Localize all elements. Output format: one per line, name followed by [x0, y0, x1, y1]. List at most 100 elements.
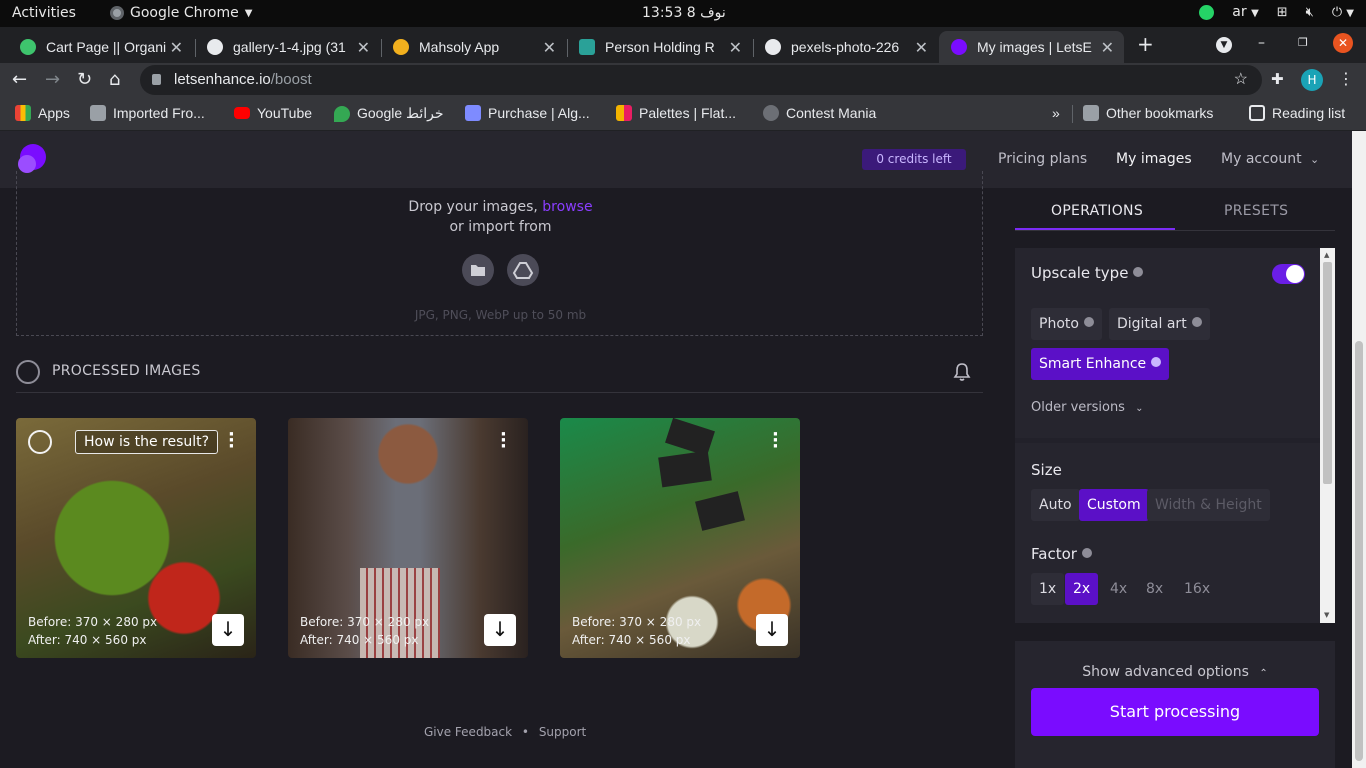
info-icon[interactable] — [1151, 357, 1162, 367]
google-drive-icon[interactable] — [507, 254, 539, 286]
image-select-checkbox[interactable] — [28, 430, 52, 454]
download-icon[interactable]: ↓ — [212, 614, 244, 646]
tab-operations[interactable]: OPERATIONS — [1051, 203, 1143, 219]
browser-tab[interactable]: Person Holding R ✕ — [567, 31, 752, 63]
close-tab-icon[interactable]: ✕ — [170, 38, 183, 58]
bookmark-label: YouTube — [257, 105, 313, 121]
tab-search-icon[interactable]: ▼ — [1216, 37, 1232, 53]
bookmark-star-icon[interactable]: ☆ — [1234, 65, 1248, 95]
reload-icon[interactable]: ↻ — [77, 69, 92, 90]
info-icon[interactable] — [1133, 267, 1144, 277]
nav-my-images[interactable]: My images — [1116, 151, 1192, 167]
upscale-option-photo[interactable]: Photo — [1031, 308, 1102, 340]
bookmark-apps[interactable]: Apps — [15, 105, 70, 121]
start-processing-button[interactable]: Start processing — [1031, 688, 1319, 736]
more-options-icon[interactable]: · · · — [500, 426, 507, 456]
profile-avatar[interactable]: H — [1301, 69, 1323, 91]
info-icon[interactable] — [1083, 317, 1094, 327]
upscale-option-digital-art[interactable]: Digital art — [1109, 308, 1210, 340]
more-options-icon[interactable]: · · · — [228, 426, 235, 456]
network-icon[interactable]: ⊞ — [1277, 5, 1288, 20]
select-all-checkbox[interactable] — [16, 360, 40, 384]
processed-image-card[interactable]: How is the result? · · · Before: 370 × 280… — [16, 418, 256, 658]
more-options-icon[interactable]: · · · — [772, 426, 779, 456]
factor-option-16x[interactable]: 16x — [1176, 573, 1218, 605]
clock[interactable]: 13:53 8 نوف — [642, 5, 726, 21]
activities-button[interactable]: Activities — [12, 5, 76, 21]
language-indicator[interactable]: ar ▼ — [1232, 4, 1259, 20]
folder-import-icon[interactable] — [462, 254, 494, 286]
upload-dropzone[interactable]: Drop your images, browse or import from … — [16, 171, 983, 336]
give-feedback-link[interactable]: Give Feedback — [424, 725, 512, 739]
maximize-icon[interactable]: ❐ — [1298, 36, 1308, 49]
bell-icon[interactable] — [953, 362, 971, 386]
info-icon[interactable] — [1081, 548, 1092, 558]
forward-icon[interactable]: → — [45, 69, 60, 90]
reading-list-icon — [1249, 105, 1265, 121]
back-icon[interactable]: ← — [12, 69, 27, 90]
whatsapp-icon[interactable] — [1199, 4, 1215, 20]
processed-image-card[interactable]: · · · Before: 370 × 280 px After: 740 × 56… — [560, 418, 800, 658]
minimize-icon[interactable]: – — [1258, 35, 1265, 51]
support-link[interactable]: Support — [539, 725, 586, 739]
browser-tab-active[interactable]: My images | LetsE ✕ — [939, 31, 1124, 63]
browser-tab[interactable]: Cart Page || Organi ✕ — [8, 31, 193, 63]
close-tab-icon[interactable]: ✕ — [729, 38, 742, 58]
browse-link[interactable]: browse — [542, 199, 592, 215]
factor-option-4x[interactable]: 4x — [1102, 573, 1135, 605]
feedback-tooltip[interactable]: How is the result? — [75, 430, 219, 454]
bookmark-other[interactable]: Other bookmarks — [1083, 105, 1213, 121]
bookmark-imported[interactable]: Imported Fro... — [90, 105, 205, 121]
size-option-width-height[interactable]: Width & Height — [1147, 489, 1270, 521]
nav-my-account[interactable]: My account ⌄ — [1221, 151, 1319, 167]
bookmark-youtube[interactable]: YouTube — [234, 105, 312, 121]
chrome-menu-icon[interactable]: ⋮ — [1338, 69, 1354, 88]
address-bar[interactable]: letsenhance.io/boost ☆ — [140, 65, 1262, 95]
volume-icon[interactable]: 🔇︎ — [1306, 5, 1314, 20]
home-icon[interactable]: ⌂ — [109, 69, 120, 90]
bookmark-purchase[interactable]: Purchase | Alg... — [465, 105, 590, 121]
size-option-custom[interactable]: Custom — [1079, 489, 1149, 521]
scroll-up-icon[interactable]: ▲ — [1324, 251, 1329, 259]
processed-image-card[interactable]: · · · Before: 370 × 280 px After: 740 × 56… — [288, 418, 528, 658]
download-icon[interactable]: ↓ — [484, 614, 516, 646]
nav-pricing-plans[interactable]: Pricing plans — [998, 151, 1087, 167]
close-tab-icon[interactable]: ✕ — [543, 38, 556, 58]
bookmark-google-maps[interactable]: Google خرائط — [334, 105, 444, 122]
older-versions-toggle[interactable]: Older versions ⌄ — [1031, 400, 1144, 415]
power-icon[interactable]: ⏻ ▼ — [1332, 5, 1354, 20]
factor-option-2x[interactable]: 2x — [1065, 573, 1099, 605]
close-window-icon[interactable]: ✕ — [1333, 33, 1353, 53]
reading-list-button[interactable]: Reading list — [1249, 105, 1345, 121]
size-option-auto[interactable]: Auto — [1031, 489, 1080, 521]
more-bookmarks-button[interactable]: » — [1052, 105, 1060, 121]
close-tab-icon[interactable]: ✕ — [1101, 38, 1114, 58]
close-tab-icon[interactable]: ✕ — [357, 38, 370, 58]
upscale-toggle[interactable] — [1272, 264, 1305, 284]
page-scrollbar-thumb[interactable] — [1355, 341, 1363, 761]
show-advanced-options[interactable]: Show advanced options ⌃ — [1015, 664, 1335, 680]
panel-scrollbar-thumb[interactable] — [1323, 262, 1332, 484]
scroll-down-icon[interactable]: ▼ — [1324, 611, 1329, 619]
tab-presets[interactable]: PRESETS — [1224, 203, 1288, 219]
download-icon[interactable]: ↓ — [756, 614, 788, 646]
browser-tab[interactable]: Mahsoly App ✕ — [381, 31, 566, 63]
info-icon[interactable] — [1191, 317, 1202, 327]
close-tab-icon[interactable]: ✕ — [915, 38, 928, 58]
bookmark-label: Apps — [38, 105, 70, 121]
panel-scrollbar[interactable]: ▲ ▼ — [1320, 248, 1335, 623]
browser-tab[interactable]: gallery-1-4.jpg (31 ✕ — [195, 31, 380, 63]
factor-option-1x[interactable]: 1x — [1031, 573, 1065, 605]
browser-tab[interactable]: pexels-photo-226 ✕ — [753, 31, 938, 63]
upscale-option-smart-enhance[interactable]: Smart Enhance — [1031, 348, 1170, 380]
extensions-icon[interactable]: ✚ — [1271, 70, 1284, 88]
folder-icon — [90, 105, 106, 121]
credits-badge[interactable]: 0 credits left — [862, 149, 966, 170]
factor-option-8x[interactable]: 8x — [1138, 573, 1171, 605]
bookmark-palettes[interactable]: Palettes | Flat... — [616, 105, 736, 121]
app-menu[interactable]: Google Chrome ▼ — [110, 5, 252, 21]
page-scrollbar[interactable] — [1352, 131, 1366, 768]
new-tab-icon[interactable]: + — [1137, 32, 1154, 56]
bookmark-contest-mania[interactable]: Contest Mania — [763, 105, 876, 121]
pexels-icon — [579, 39, 595, 55]
